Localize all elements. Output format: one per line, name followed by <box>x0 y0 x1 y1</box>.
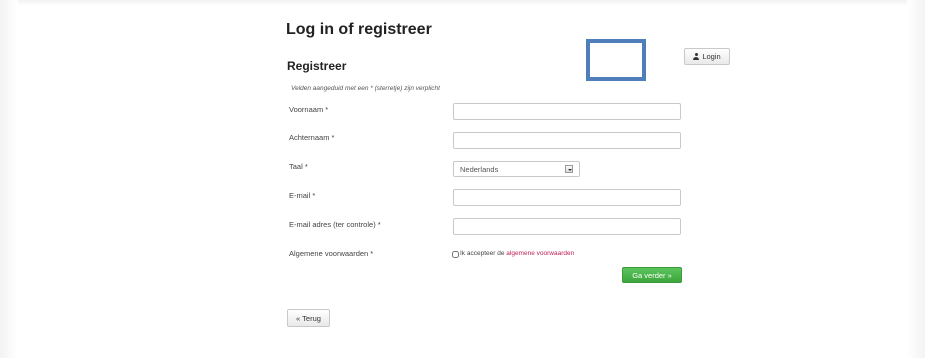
email-label: E-mail * <box>289 191 316 200</box>
terms-text: Ik accepteer de algemene voorwaarden <box>460 250 574 257</box>
terms-label: Algemene voorwaarden * <box>289 249 374 258</box>
language-label: Taal * <box>289 162 308 171</box>
login-button[interactable]: Login <box>684 48 730 65</box>
email-confirm-label: E-mail adres (ter controle) * <box>289 220 381 229</box>
chevron-down-icon <box>565 165 573 173</box>
terms-checkbox-text: Ik accepteer de <box>460 250 505 257</box>
section-title: Registreer <box>287 59 347 73</box>
first-name-label: Voornaam * <box>289 105 329 114</box>
last-name-input[interactable] <box>453 132 681 149</box>
login-label: Login <box>702 52 721 61</box>
required-note: Velden aangeduid met een * (sterretje) z… <box>291 85 440 92</box>
email-input[interactable] <box>453 189 681 206</box>
terms-checkbox[interactable] <box>452 251 459 258</box>
top-bar <box>0 0 925 6</box>
user-icon <box>693 53 700 60</box>
continue-button[interactable]: Ga verder » <box>622 267 682 283</box>
right-gutter <box>907 0 925 358</box>
language-select[interactable]: Nederlands <box>453 161 580 177</box>
email-confirm-input[interactable] <box>453 218 681 235</box>
back-button[interactable]: « Terug <box>287 309 330 327</box>
left-gutter <box>0 0 18 358</box>
first-name-input[interactable] <box>453 103 681 120</box>
highlight-box <box>586 39 646 81</box>
last-name-label: Achternaam * <box>289 133 335 142</box>
language-selected-value: Nederlands <box>460 164 499 174</box>
page-title: Log in of registreer <box>286 21 432 38</box>
terms-link[interactable]: algemene voorwaarden <box>506 250 574 257</box>
